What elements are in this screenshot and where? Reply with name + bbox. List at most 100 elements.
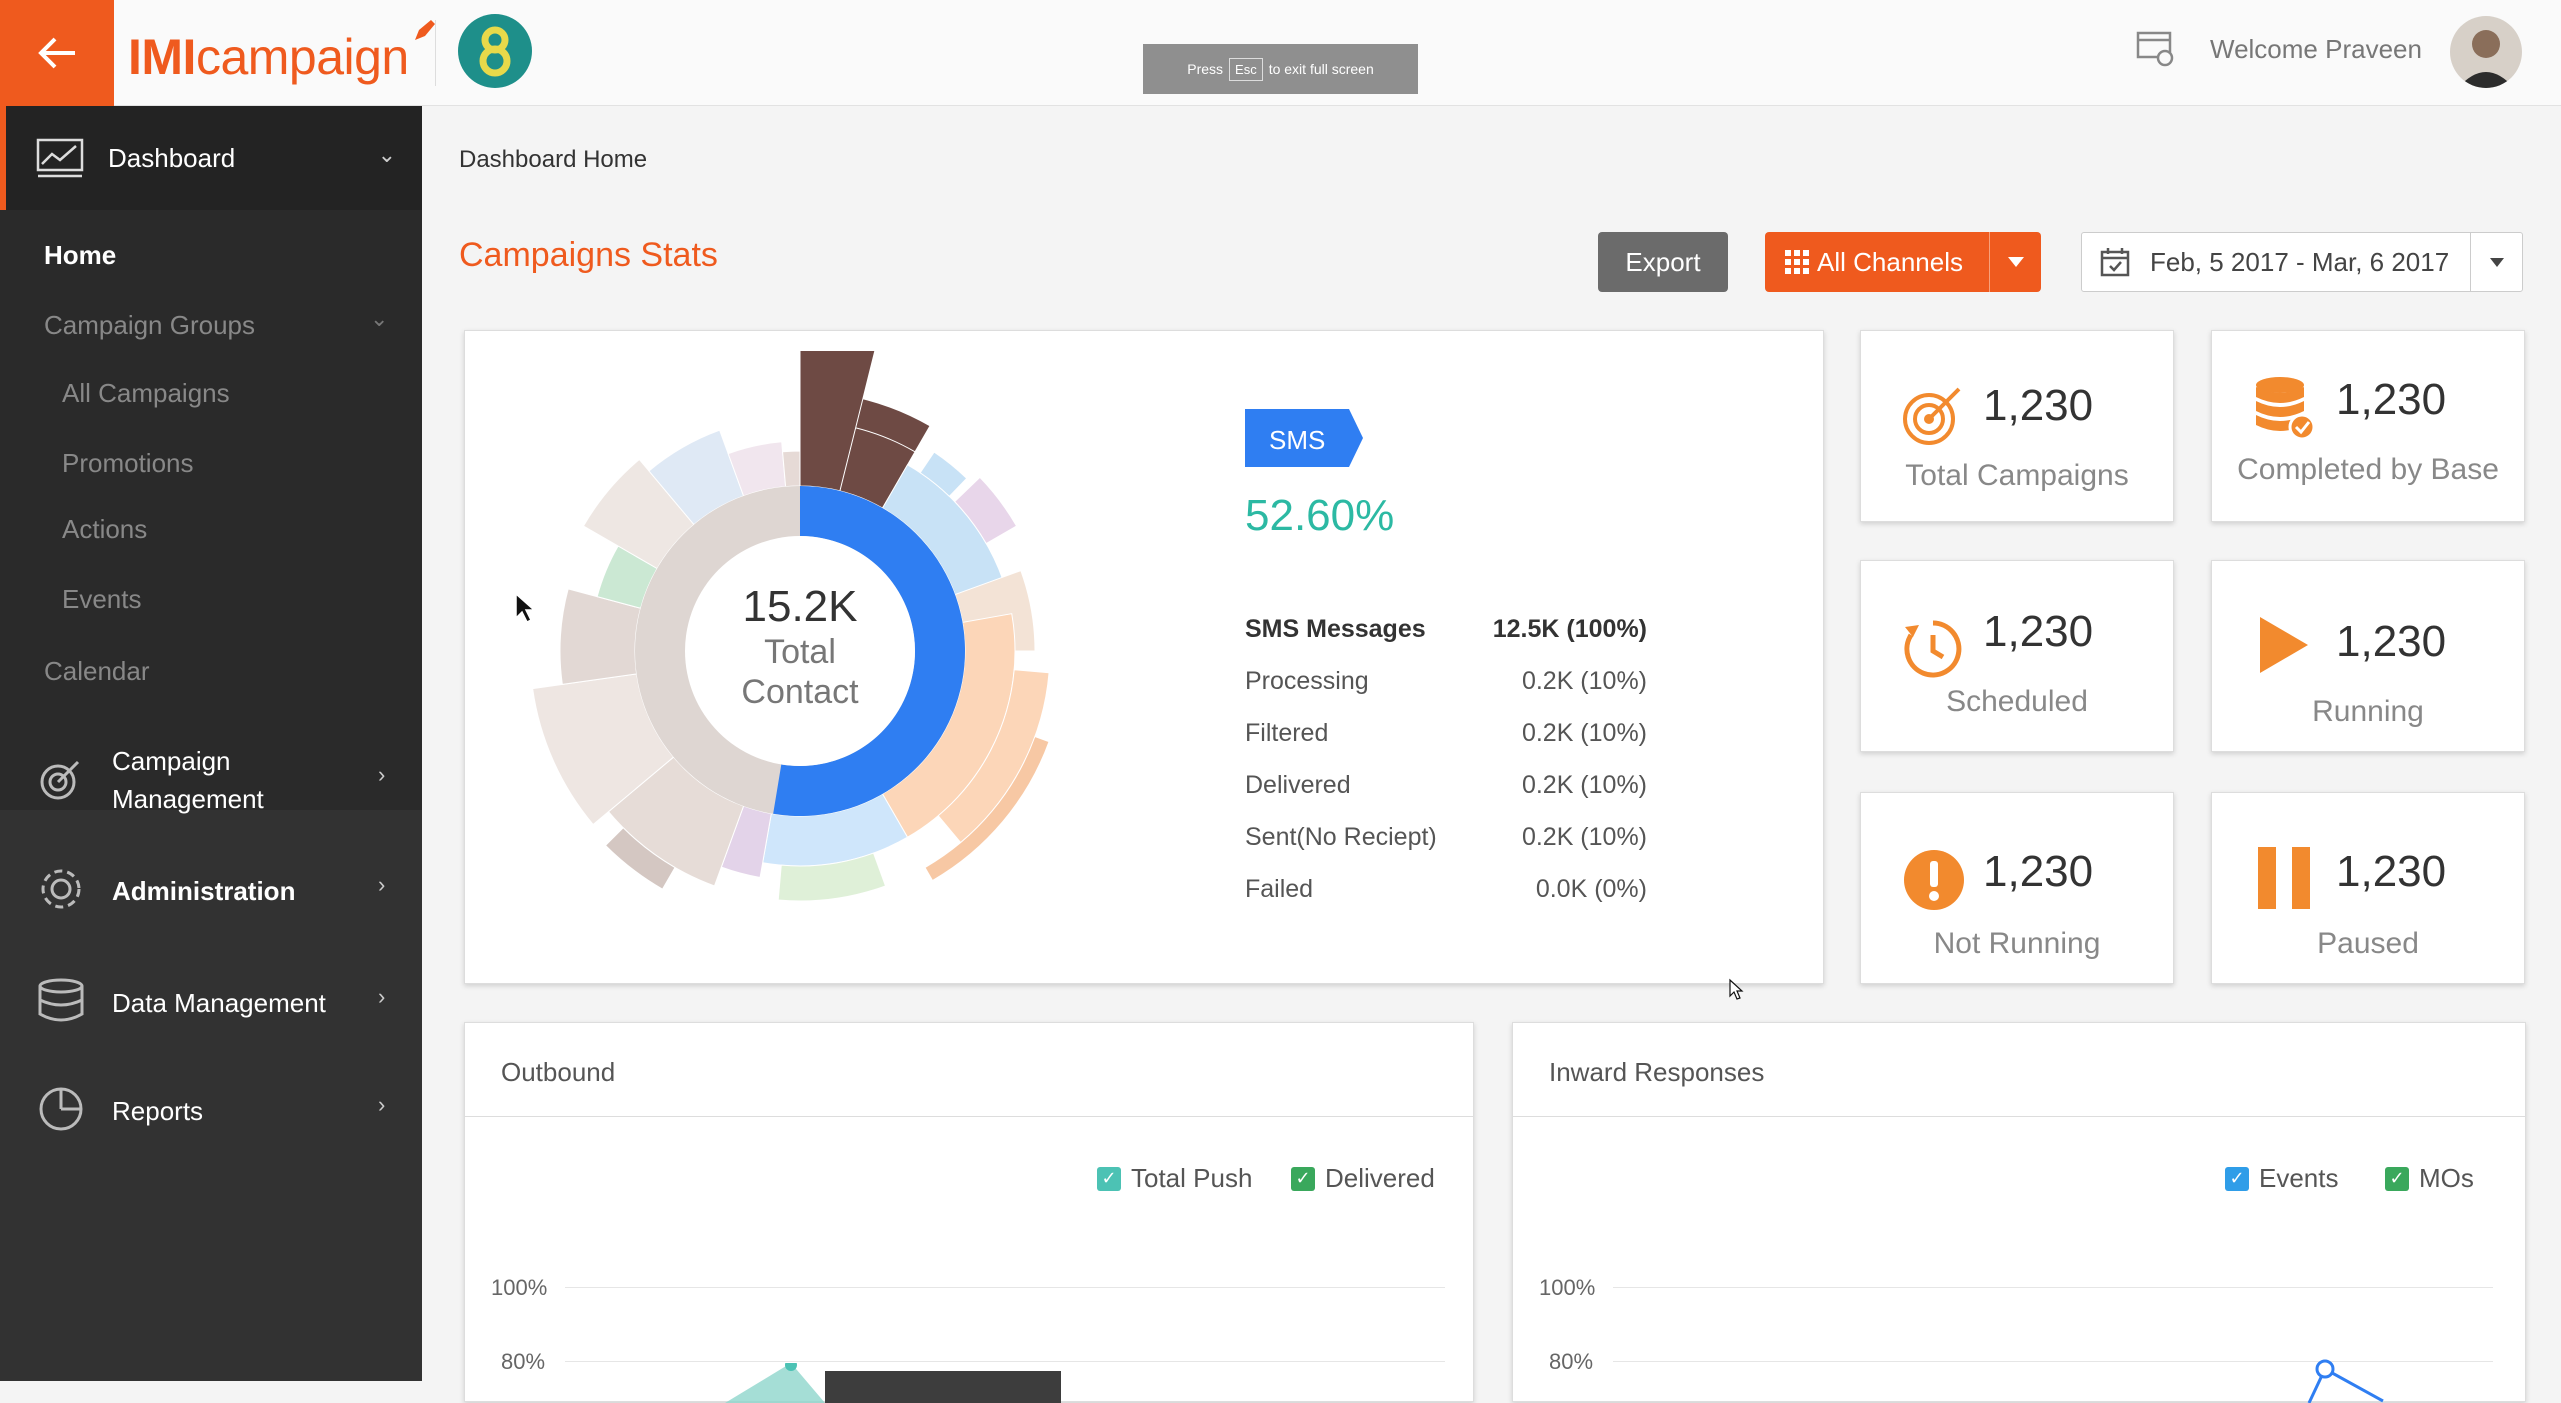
sms-row-label: SMS Messages xyxy=(1245,615,1426,643)
pie-chart-icon xyxy=(39,1087,83,1131)
chevron-down-icon: ⌄ xyxy=(370,306,389,331)
stat-label: Scheduled xyxy=(1946,685,2088,718)
checkbox-icon[interactable]: ✓ xyxy=(2225,1166,2249,1191)
sms-row-value: 0.2K (10%) xyxy=(1521,719,1647,747)
sidebar-item-reports[interactable]: Reports › xyxy=(0,1066,422,1156)
brand-logo-icon xyxy=(458,14,532,88)
stat-value: 1,230 xyxy=(1983,847,2094,896)
app-logo: IMIcampaign xyxy=(128,20,435,86)
calendar-icon xyxy=(2100,248,2130,277)
mouse-cursor-icon xyxy=(515,592,536,624)
chevron-right-icon: › xyxy=(378,984,386,1009)
y-tick: 80% xyxy=(1549,1349,1594,1374)
notification-icon[interactable] xyxy=(2135,28,2177,75)
sidebar: Dashboard ⌄ Home Campaign Groups ⌄ All C… xyxy=(0,106,422,1381)
legend-delivered[interactable]: ✓ Delivered xyxy=(1291,1163,1435,1194)
sidebar-item-data-management[interactable]: Data Management › xyxy=(0,956,422,1046)
sms-row-label: Filtered xyxy=(1245,719,1329,747)
legend-label: Events xyxy=(2259,1163,2339,1193)
sms-row-label: Sent(No Reciept) xyxy=(1245,823,1437,851)
stat-value: 1,230 xyxy=(1983,607,2094,656)
legend-label: Delivered xyxy=(1325,1163,1435,1193)
checkbox-icon[interactable]: ✓ xyxy=(2385,1166,2409,1191)
stat-label: Running xyxy=(2312,695,2424,728)
sidebar-label-data-management: Data Management xyxy=(112,988,326,1018)
sms-row-value: 0.2K (10%) xyxy=(1521,823,1647,851)
clock-icon xyxy=(1904,620,1962,678)
avatar[interactable] xyxy=(2450,16,2522,88)
stat-card-running[interactable]: 1,230 Running xyxy=(2211,560,2525,752)
sms-row-label: Failed xyxy=(1245,875,1314,903)
stat-value: 1,230 xyxy=(2336,617,2447,666)
stat-value: 1,230 xyxy=(2336,847,2447,896)
donut-center-value: 15.2K xyxy=(743,582,858,631)
toast-press: Press xyxy=(1187,61,1224,77)
dashboard-submenu: Home Campaign Groups ⌄ All Campaigns Pro… xyxy=(0,210,422,810)
sunburst-segment[interactable] xyxy=(782,450,801,488)
stat-label: Not Running xyxy=(1933,927,2101,960)
date-range-value: Feb, 5 2017 - Mar, 6 2017 xyxy=(2150,246,2450,277)
logo-imi: IMI xyxy=(128,29,196,85)
date-range-picker[interactable]: Feb, 5 2017 - Mar, 6 2017 xyxy=(2081,232,2523,292)
logo-divider xyxy=(435,20,436,86)
sidebar-item-actions[interactable]: Actions xyxy=(62,514,147,545)
legend-total-push[interactable]: ✓ Total Push xyxy=(1097,1163,1252,1194)
y-tick: 100% xyxy=(491,1275,548,1300)
outbound-title: Outbound xyxy=(465,1023,1473,1117)
stat-card-not-running[interactable]: 1,230 Not Running xyxy=(1860,792,2174,984)
sms-row-label: Delivered xyxy=(1245,771,1351,799)
sidebar-label-administration: Administration xyxy=(112,876,296,906)
outbound-panel: Outbound ✓ Total Push ✓ Delivered 100% 8… xyxy=(464,1022,1474,1403)
stat-label: Total Campaigns xyxy=(1905,459,2129,492)
legend-label: MOs xyxy=(2419,1163,2474,1193)
dashboard-icon xyxy=(36,138,84,178)
export-button[interactable]: Export xyxy=(1598,232,1728,292)
sms-badge[interactable]: SMS xyxy=(1245,409,1363,467)
sidebar-item-campaign-groups[interactable]: Campaign Groups xyxy=(44,310,255,341)
back-button[interactable] xyxy=(0,0,114,106)
toast-key: Esc xyxy=(1229,57,1263,81)
pause-icon xyxy=(2258,847,2310,909)
sms-row-value: 0.2K (10%) xyxy=(1521,667,1647,695)
caret-down-icon[interactable] xyxy=(1989,232,2041,292)
main-content: Dashboard Home Campaigns Stats Export Al… xyxy=(422,106,2561,1403)
sidebar-item-dashboard[interactable]: Dashboard ⌄ xyxy=(0,106,422,210)
stat-card-total-campaigns[interactable]: 1,230 Total Campaigns xyxy=(1860,330,2174,522)
sidebar-item-promotions[interactable]: Promotions xyxy=(62,448,194,479)
stat-value: 1,230 xyxy=(2336,375,2447,424)
sidebar-label-campaign-2: Management xyxy=(112,784,264,814)
all-channels-button[interactable]: All Channels xyxy=(1765,232,2041,292)
sidebar-item-campaign-management[interactable]: Campaign Management › xyxy=(0,726,422,836)
sms-row-value: 0.0K (0%) xyxy=(1535,875,1647,903)
outbound-area-chart xyxy=(725,1363,1061,1403)
breadcrumb[interactable]: Dashboard Home xyxy=(459,146,647,174)
arrow-left-icon xyxy=(38,37,75,69)
sidebar-item-calendar[interactable]: Calendar xyxy=(44,656,150,687)
chevron-right-icon: › xyxy=(378,872,386,897)
gear-icon xyxy=(41,869,81,909)
stat-card-completed-by-base[interactable]: 1,230 Completed by Base xyxy=(2211,330,2525,522)
sidebar-item-events[interactable]: Events xyxy=(62,584,142,615)
gridline xyxy=(1613,1287,2493,1288)
chevron-right-icon: › xyxy=(378,762,386,787)
checkbox-icon[interactable]: ✓ xyxy=(1291,1166,1315,1191)
database-check-icon xyxy=(2256,377,2316,441)
stat-card-paused[interactable]: 1,230 Paused xyxy=(2211,792,2525,984)
sidebar-item-all-campaigns[interactable]: All Campaigns xyxy=(62,378,230,409)
sidebar-item-home[interactable]: Home xyxy=(44,240,116,271)
sms-row-label: Processing xyxy=(1245,667,1369,695)
sunburst-chart[interactable]: 15.2K Total Contact xyxy=(500,351,1100,951)
sidebar-item-administration[interactable]: Administration › xyxy=(0,846,422,936)
y-tick: 80% xyxy=(501,1349,546,1374)
grid-icon xyxy=(1785,250,1809,274)
campaign-stats-card: 15.2K Total Contact SMS 52.60% SMS Messa… xyxy=(464,330,1824,984)
legend-mos[interactable]: ✓ MOs xyxy=(2385,1163,2474,1194)
gridline xyxy=(565,1361,1445,1362)
stat-label: Paused xyxy=(2317,927,2419,960)
checkbox-icon[interactable]: ✓ xyxy=(1097,1166,1121,1191)
stat-card-scheduled[interactable]: 1,230 Scheduled xyxy=(1860,560,2174,752)
donut-center-label-1: Total xyxy=(764,633,836,671)
stat-value: 1,230 xyxy=(1983,381,2094,430)
caret-down-icon[interactable] xyxy=(2470,233,2522,291)
legend-events[interactable]: ✓ Events xyxy=(2225,1163,2339,1194)
